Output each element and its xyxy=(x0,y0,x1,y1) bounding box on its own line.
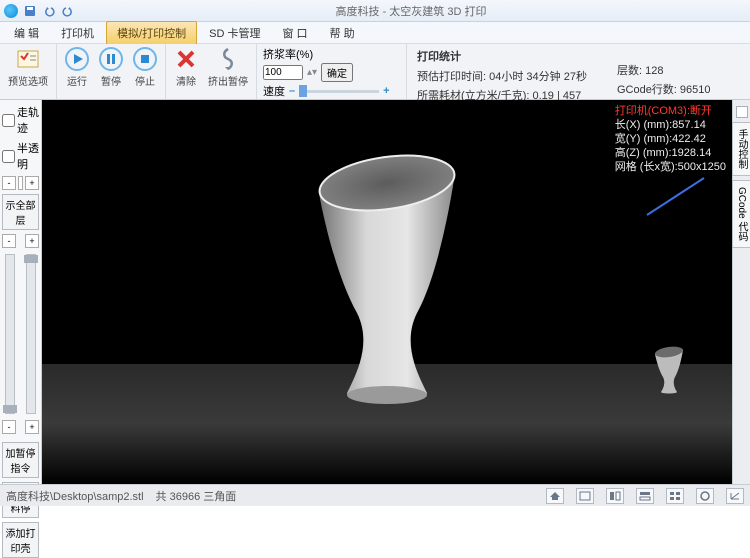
rate-group: 挤浆率(%) ▴▾ 确定 速度 – + xyxy=(257,44,407,99)
speed-minus-icon[interactable]: – xyxy=(289,85,295,97)
view-axis-icon[interactable] xyxy=(726,488,744,504)
layer-slider-last[interactable] xyxy=(26,254,36,414)
undo-icon[interactable] xyxy=(41,3,57,19)
layer-b-plus2[interactable]: + xyxy=(25,420,39,434)
menu-printer[interactable]: 打印机 xyxy=(51,22,104,44)
extrude-pause-button[interactable]: 挤出暂停 xyxy=(206,46,250,89)
stop-button[interactable]: 停止 xyxy=(131,46,159,89)
menu-bar: 编 辑 打印机 模拟/打印控制 SD 卡管理 窗 口 帮 助 xyxy=(0,22,750,44)
opacity-track[interactable] xyxy=(18,176,23,190)
title-bar: 高度科技 - 太空灰建筑 3D 打印 xyxy=(0,0,750,22)
rate-label: 挤浆率(%) xyxy=(263,46,313,62)
axis-indicator xyxy=(642,170,712,220)
opacity-controls: - + xyxy=(2,176,39,190)
grid-size: 网格 (长x宽):500x1250 xyxy=(615,160,726,174)
pause-button[interactable]: 暂停 xyxy=(97,46,125,89)
dim-z: 高(Z) (mm):1928.14 xyxy=(615,146,726,160)
track-checkbox[interactable]: 走轨迹 xyxy=(2,104,39,136)
menu-sim-print[interactable]: 模拟/打印控制 xyxy=(106,21,197,44)
tab-gcode[interactable]: GCode 代码 xyxy=(732,180,750,248)
showall-button[interactable]: 示全部层 xyxy=(2,194,39,230)
menu-window[interactable]: 窗 口 xyxy=(272,22,317,44)
speed-plus-icon[interactable]: + xyxy=(383,85,389,97)
gcode-lines: GCode行数: 96510 xyxy=(617,81,711,97)
clear-button[interactable]: 清除 xyxy=(172,46,200,89)
dim-x: 长(X) (mm):857.14 xyxy=(615,118,726,132)
preview-options-button[interactable]: 预览选项 xyxy=(6,46,50,89)
speed-label: 速度 xyxy=(263,83,285,99)
view-grid-icon[interactable] xyxy=(666,488,684,504)
dim-y: 宽(Y) (mm):422.42 xyxy=(615,132,726,146)
add-pause-button[interactable]: 加暂停指令 xyxy=(2,442,39,478)
est-time: 预估打印时间: 04小时 34分钟 27秒 xyxy=(417,68,587,84)
menu-edit[interactable]: 编 辑 xyxy=(4,22,49,44)
printer-status: 打印机(COM3):断开 xyxy=(615,104,726,118)
rate-spin[interactable]: ▴▾ xyxy=(307,67,317,78)
redo-icon[interactable] xyxy=(60,3,76,19)
opacity-minus[interactable]: - xyxy=(2,176,16,190)
layer-slider-first[interactable] xyxy=(5,254,15,414)
quick-access-toolbar xyxy=(22,3,76,19)
status-triangles: 共 36966 三角面 xyxy=(156,488,237,504)
window-title: 高度科技 - 太空灰建筑 3D 打印 xyxy=(76,3,746,19)
print-stats-group: 打印统计 预估打印时间: 04小时 34分钟 27秒 所需耗材(立方米/千克):… xyxy=(407,44,750,99)
app-icon xyxy=(4,4,18,18)
workspace: 走轨迹 半透明 - + 示全部层 - + - + 加暂停指令 添加出料停 添加打… xyxy=(0,100,750,484)
add-shell-button[interactable]: 添加打印壳 xyxy=(2,522,39,558)
view-mode1-icon[interactable] xyxy=(576,488,594,504)
rate-input[interactable] xyxy=(263,65,303,80)
model-vase xyxy=(302,138,472,418)
tab-manual-control[interactable]: 手动控制 xyxy=(732,122,750,176)
right-panel-toggle[interactable] xyxy=(736,106,748,118)
play-icon xyxy=(65,47,89,71)
stop-icon xyxy=(133,47,157,71)
layer-a-minus[interactable]: - xyxy=(2,234,16,248)
run-button[interactable]: 运行 xyxy=(63,46,91,89)
speed-slider[interactable] xyxy=(299,90,379,93)
status-file: 高度科技\Desktop\samp2.stl xyxy=(6,488,144,504)
playback-group: 运行 暂停 停止 xyxy=(57,44,166,99)
layer-count: 层数: 128 xyxy=(617,62,711,78)
clear-group: 清除 挤出暂停 xyxy=(166,44,257,99)
opacity-plus[interactable]: + xyxy=(25,176,39,190)
translucent-checkbox[interactable]: 半透明 xyxy=(2,140,39,172)
delete-icon xyxy=(174,47,198,71)
ribbon: 预览选项 运行 暂停 停止 清除 挤出暂停 挤浆率(%) ▴▾ 确定 速度 – … xyxy=(0,44,750,100)
save-icon[interactable] xyxy=(22,3,38,19)
view-mode3-icon[interactable] xyxy=(636,488,654,504)
view-home-icon[interactable] xyxy=(546,488,564,504)
3d-viewport[interactable]: 打印机(COM3):断开 长(X) (mm):857.14 宽(Y) (mm):… xyxy=(42,100,732,484)
status-bar: 高度科技\Desktop\samp2.stl 共 36966 三角面 xyxy=(0,484,750,506)
viewport-info: 打印机(COM3):断开 长(X) (mm):857.14 宽(Y) (mm):… xyxy=(615,104,726,174)
stats-header: 打印统计 xyxy=(417,48,587,64)
pause-icon xyxy=(99,47,123,71)
menu-sdcard[interactable]: SD 卡管理 xyxy=(199,22,270,44)
layer-a-minus2[interactable]: - xyxy=(2,420,16,434)
model-thumbnail xyxy=(651,344,687,394)
view-mode2-icon[interactable] xyxy=(606,488,624,504)
right-panel: 手动控制 GCode 代码 xyxy=(732,100,750,484)
preview-group: 预览选项 xyxy=(0,44,57,99)
confirm-button[interactable]: 确定 xyxy=(321,63,353,82)
menu-help[interactable]: 帮 助 xyxy=(320,22,365,44)
layer-b-plus[interactable]: + xyxy=(25,234,39,248)
left-panel: 走轨迹 半透明 - + 示全部层 - + - + 加暂停指令 添加出料停 添加打… xyxy=(0,100,42,484)
view-reset-icon[interactable] xyxy=(696,488,714,504)
checklist-icon xyxy=(16,47,40,71)
extrude-pause-icon xyxy=(216,47,240,71)
